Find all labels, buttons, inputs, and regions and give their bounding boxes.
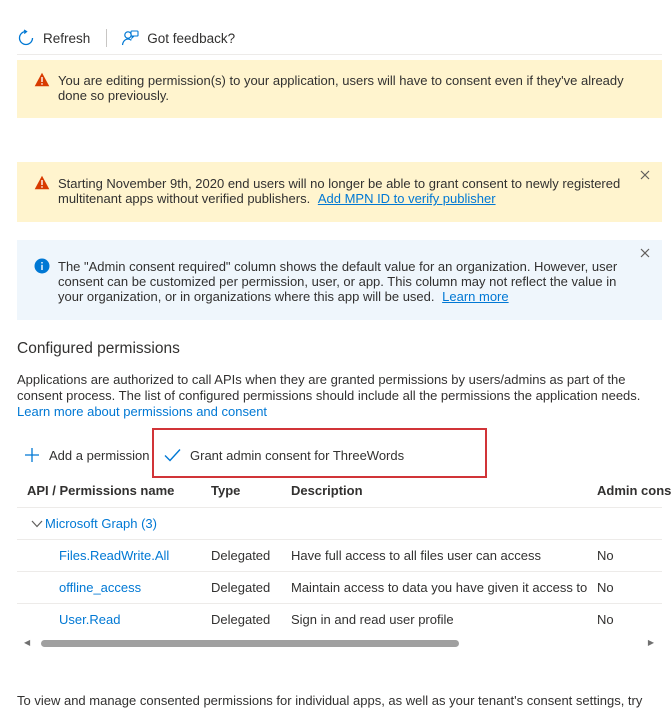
section-description-text: Applications are authorized to call APIs… bbox=[17, 372, 641, 403]
permission-type: Delegated bbox=[211, 580, 271, 595]
permission-type: Delegated bbox=[211, 548, 271, 563]
permissions-consent-link[interactable]: Learn more about permissions and consent bbox=[17, 404, 267, 419]
column-header-admin-consent[interactable]: Admin cons bbox=[597, 476, 671, 506]
verify-publisher-link[interactable]: Add MPN ID to verify publisher bbox=[318, 191, 496, 206]
column-header-api[interactable]: API / Permissions name bbox=[27, 476, 174, 506]
highlight-annotation bbox=[152, 428, 487, 478]
row-divider bbox=[17, 571, 662, 572]
refresh-button[interactable]: Refresh bbox=[17, 24, 90, 52]
admin-consent-info-message: The "Admin consent required" column show… bbox=[58, 259, 636, 304]
column-header-type[interactable]: Type bbox=[211, 476, 240, 506]
section-description: Applications are authorized to call APIs… bbox=[17, 372, 657, 420]
horizontal-scrollbar[interactable]: ◀ ▶ bbox=[20, 636, 660, 650]
row-divider bbox=[17, 539, 662, 540]
permission-name-link[interactable]: Files.ReadWrite.All bbox=[59, 548, 169, 563]
group-toggle-microsoft-graph[interactable]: Microsoft Graph (3) bbox=[31, 516, 157, 531]
permission-name-link[interactable]: offline_access bbox=[59, 580, 141, 595]
chevron-down-icon bbox=[31, 520, 43, 527]
permission-type: Delegated bbox=[211, 612, 271, 627]
admin-consent-value: No bbox=[597, 548, 614, 563]
group-label: Microsoft Graph (3) bbox=[45, 516, 157, 531]
editing-warning-text: You are editing permission(s) to your ap… bbox=[58, 73, 624, 103]
row-divider bbox=[17, 507, 662, 508]
toolbar-divider bbox=[106, 29, 108, 47]
admin-consent-value: No bbox=[597, 580, 614, 595]
refresh-icon bbox=[18, 29, 34, 46]
plus-icon bbox=[25, 448, 39, 462]
admin-consent-info-banner: The "Admin consent required" column show… bbox=[17, 240, 662, 320]
permission-description: Maintain access to data you have given i… bbox=[291, 580, 588, 595]
toolbar-rule bbox=[17, 54, 662, 55]
column-header-description[interactable]: Description bbox=[291, 476, 363, 506]
feedback-icon bbox=[122, 30, 139, 46]
close-icon[interactable] bbox=[640, 170, 650, 180]
editing-warning-banner: You are editing permission(s) to your ap… bbox=[17, 60, 662, 118]
publisher-warning-message: Starting November 9th, 2020 end users wi… bbox=[58, 176, 636, 206]
warning-icon bbox=[34, 175, 50, 190]
feedback-label: Got feedback? bbox=[147, 30, 236, 46]
section-title: Configured permissions bbox=[17, 340, 180, 357]
warning-icon bbox=[34, 72, 50, 87]
permission-description: Have full access to all files user can a… bbox=[291, 548, 541, 563]
permission-description: Sign in and read user profile bbox=[291, 612, 454, 627]
admin-consent-info-text: The "Admin consent required" column show… bbox=[58, 259, 618, 304]
info-icon bbox=[34, 258, 50, 274]
command-toolbar: Refresh Got feedback? bbox=[17, 24, 235, 52]
scrollbar-thumb[interactable] bbox=[41, 640, 459, 647]
admin-consent-value: No bbox=[597, 612, 614, 627]
add-permission-label: Add a permission bbox=[49, 447, 150, 463]
row-divider bbox=[17, 603, 662, 604]
publisher-warning-banner: Starting November 9th, 2020 end users wi… bbox=[17, 162, 662, 222]
scroll-right-icon[interactable]: ▶ bbox=[648, 638, 654, 647]
scroll-left-icon[interactable]: ◀ bbox=[24, 638, 30, 647]
footer-text: To view and manage consented permissions… bbox=[17, 693, 643, 708]
add-permission-button[interactable]: Add a permission bbox=[24, 441, 149, 469]
close-icon[interactable] bbox=[640, 248, 650, 258]
permission-name-link[interactable]: User.Read bbox=[59, 612, 120, 627]
refresh-label: Refresh bbox=[43, 30, 91, 46]
feedback-button[interactable]: Got feedback? bbox=[121, 24, 235, 52]
learn-more-link[interactable]: Learn more bbox=[442, 289, 508, 304]
